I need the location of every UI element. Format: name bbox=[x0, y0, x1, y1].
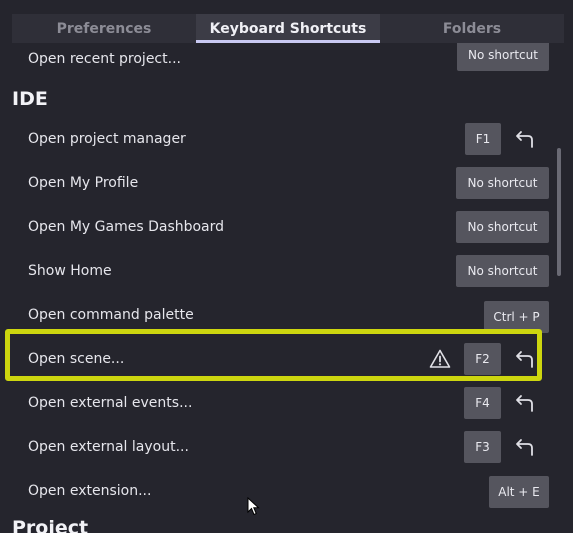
undo-arrow-icon[interactable] bbox=[514, 393, 536, 413]
shortcut-label: Open My Profile bbox=[28, 175, 139, 191]
shortcut-list: Open recent project... No shortcut IDE O… bbox=[0, 43, 573, 533]
warning-triangle-icon bbox=[429, 349, 451, 368]
shortcut-row-open-recent-project: Open recent project... No shortcut bbox=[12, 43, 553, 81]
tab-folders[interactable]: Folders bbox=[380, 14, 564, 43]
shortcut-button[interactable]: Alt + E bbox=[489, 476, 549, 508]
shortcut-row-open-scene: Open scene... F2 bbox=[12, 337, 553, 381]
shortcut-button[interactable]: Ctrl + P bbox=[484, 301, 549, 333]
scrollbar-thumb[interactable] bbox=[557, 148, 561, 276]
shortcut-button[interactable]: F4 bbox=[464, 387, 501, 419]
shortcut-button[interactable]: No shortcut bbox=[456, 167, 549, 199]
shortcut-button[interactable]: No shortcut bbox=[456, 211, 549, 243]
shortcut-row-show-home: Show Home No shortcut bbox=[12, 249, 553, 293]
shortcut-label: Show Home bbox=[28, 263, 112, 279]
shortcut-label: Open command palette bbox=[28, 307, 194, 323]
shortcut-label: Open My Games Dashboard bbox=[28, 219, 225, 235]
shortcut-row-open-external-layout: Open external layout... F3 bbox=[12, 425, 553, 469]
shortcut-button[interactable]: No shortcut bbox=[456, 255, 549, 287]
shortcut-row-open-my-games-dashboard: Open My Games Dashboard No shortcut bbox=[12, 205, 553, 249]
shortcut-label: Open external layout... bbox=[28, 439, 189, 455]
shortcut-button[interactable]: F3 bbox=[464, 431, 501, 463]
shortcut-row-open-external-events: Open external events... F4 bbox=[12, 381, 553, 425]
tab-keyboard-shortcuts[interactable]: Keyboard Shortcuts bbox=[196, 14, 380, 43]
undo-arrow-icon[interactable] bbox=[514, 129, 536, 149]
tab-bar: Preferences Keyboard Shortcuts Folders bbox=[12, 14, 564, 43]
shortcut-row-open-command-palette: Open command palette Ctrl + P bbox=[12, 293, 553, 337]
shortcut-label: Open scene... bbox=[28, 351, 125, 367]
shortcut-button[interactable]: F1 bbox=[465, 123, 501, 155]
shortcut-button[interactable]: No shortcut bbox=[457, 43, 549, 71]
shortcut-row-open-project-manager: Open project manager F1 bbox=[12, 117, 553, 161]
undo-arrow-icon[interactable] bbox=[514, 437, 536, 457]
shortcut-label: Open external events... bbox=[28, 395, 193, 411]
tab-preferences[interactable]: Preferences bbox=[12, 14, 196, 43]
undo-arrow-icon[interactable] bbox=[514, 349, 536, 369]
shortcut-row-open-my-profile: Open My Profile No shortcut bbox=[12, 161, 553, 205]
shortcut-row-open-extension: Open extension... Alt + E bbox=[12, 469, 553, 513]
shortcut-label: Open recent project... bbox=[28, 51, 181, 67]
shortcut-label: Open extension... bbox=[28, 483, 152, 499]
shortcut-label: Open project manager bbox=[28, 131, 186, 147]
section-title-project: Project bbox=[12, 517, 89, 533]
mouse-cursor-icon bbox=[247, 497, 260, 516]
section-title-ide: IDE bbox=[12, 88, 48, 110]
shortcut-button[interactable]: F2 bbox=[464, 343, 501, 375]
